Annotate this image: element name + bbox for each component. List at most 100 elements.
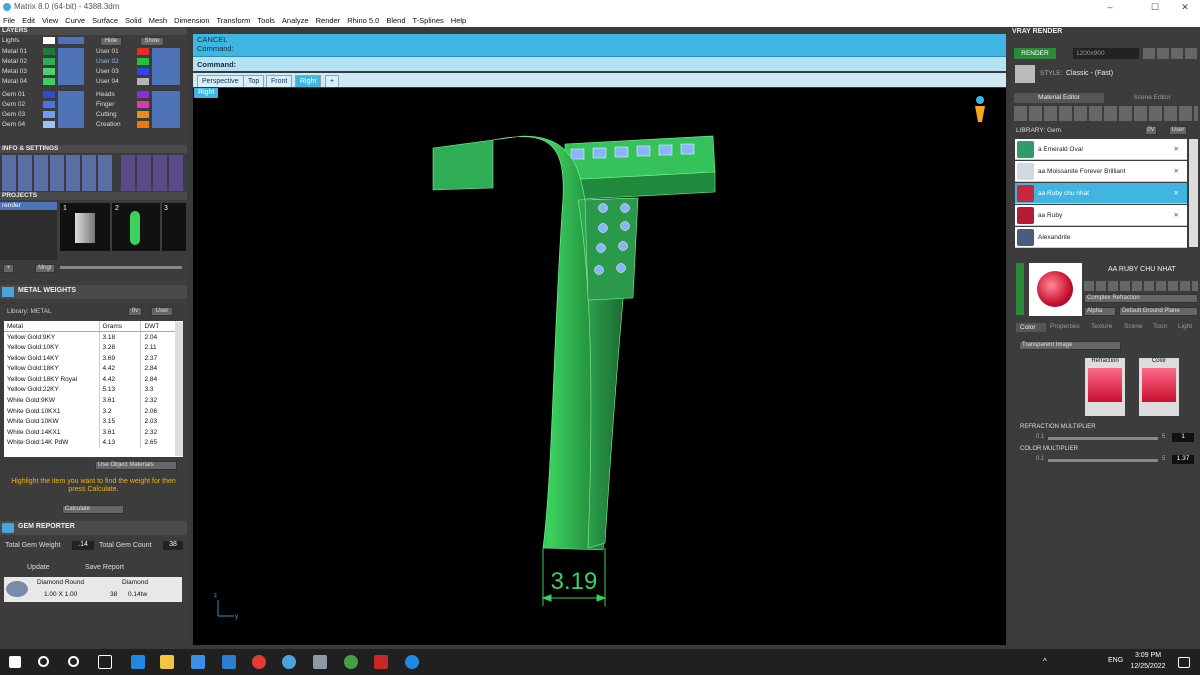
gem-user-button[interactable]: User — [1169, 126, 1187, 135]
menu-view[interactable]: View — [42, 14, 58, 27]
tab-right[interactable]: Right — [295, 75, 322, 87]
metal-user-button[interactable]: User — [151, 307, 173, 316]
color-slider[interactable] — [1048, 459, 1158, 462]
subtab-light[interactable]: Light — [1178, 323, 1192, 330]
tab-front[interactable]: Front — [266, 75, 293, 87]
layer-metal-02[interactable]: Metal 02 — [2, 57, 27, 66]
layer-lights[interactable]: Lights — [2, 36, 19, 45]
layer-finger-color[interactable] — [137, 101, 149, 108]
mail-icon[interactable] — [222, 655, 236, 669]
layer-gem-01[interactable]: Gem 01 — [2, 90, 25, 99]
project-item[interactable]: render — [0, 202, 57, 210]
material-toolbar[interactable] — [1014, 106, 1198, 121]
windows-start-icon[interactable] — [9, 656, 21, 668]
table-row[interactable]: Yellow Gold:22KY 5.13 3.3 — [4, 384, 176, 396]
tab-top[interactable]: Top — [243, 75, 265, 87]
command-input[interactable]: Command: — [193, 56, 1006, 71]
search-icon[interactable] — [38, 656, 49, 667]
layer-user-03[interactable]: User 03 — [96, 67, 119, 76]
tab-material-editor[interactable]: Material Editor — [1014, 93, 1104, 103]
project-thumb-1[interactable]: 1 — [60, 203, 110, 251]
table-row[interactable]: White Gold:9KW 3.61 2.32 — [4, 395, 176, 406]
menu-surface[interactable]: Surface — [92, 14, 118, 27]
menu-tools[interactable]: Tools — [257, 14, 275, 27]
clock-time[interactable]: 3:09 PM — [1128, 652, 1168, 659]
app-icon-7[interactable] — [344, 655, 358, 669]
layer-gem-04-color[interactable] — [43, 121, 55, 128]
layer-gem-01-color[interactable] — [43, 91, 55, 98]
close-button[interactable]: ✕ — [1170, 0, 1200, 14]
tab-scene-editor[interactable]: Scene Editor — [1106, 93, 1198, 103]
layer-creation[interactable]: Creation — [96, 120, 121, 129]
edge-icon[interactable] — [131, 655, 145, 669]
project-scrollbar[interactable] — [60, 266, 182, 269]
menu-transform[interactable]: Transform — [217, 14, 251, 27]
cortana-icon[interactable] — [68, 656, 79, 667]
layer-lights-toggles[interactable] — [58, 37, 84, 44]
remove-icon[interactable]: ✕ — [1174, 183, 1179, 204]
update-button[interactable]: Update — [27, 564, 50, 571]
remove-icon[interactable]: ✕ — [1174, 161, 1179, 182]
refraction-value[interactable]: 1 — [1172, 433, 1194, 442]
preview-toolbar[interactable] — [1084, 281, 1198, 291]
menu-mesh[interactable]: Mesh — [149, 14, 167, 27]
table-row[interactable]: Yellow Gold:10KY 3.28 2.11 — [4, 342, 176, 353]
color-value[interactable]: 1.37 — [1172, 455, 1194, 464]
task-view-icon[interactable] — [98, 655, 112, 669]
layer-user-toggles[interactable] — [152, 48, 180, 85]
alpha-select[interactable]: Alpha — [1084, 307, 1116, 316]
settings-toolbar-icons[interactable] — [121, 155, 185, 191]
ground-plane-select[interactable]: Default Ground Plane — [1119, 307, 1198, 316]
layer-metal-04-color[interactable] — [43, 78, 55, 85]
table-row[interactable]: White Gold:10KX1 3.2 2.06 — [4, 405, 176, 417]
material-list-scrollbar[interactable] — [1189, 139, 1198, 247]
layer-metal-03[interactable]: Metal 03 — [2, 67, 27, 76]
menu-file[interactable]: File — [3, 14, 15, 27]
layer-metal-01[interactable]: Metal 01 — [2, 47, 27, 56]
layer-misc-toggles[interactable] — [152, 91, 180, 128]
subtab-scene[interactable]: Scene — [1124, 323, 1142, 330]
show-button[interactable]: Show — [140, 37, 164, 46]
table-row[interactable]: Yellow Gold:18KY 4.42 2.84 — [4, 363, 176, 374]
app-icon-6[interactable] — [313, 655, 327, 669]
project-thumb-3[interactable]: 3 — [162, 203, 186, 251]
layer-cutting[interactable]: Cutting — [96, 110, 117, 119]
collapse-handle[interactable] — [1016, 263, 1024, 315]
layer-gem-04[interactable]: Gem 04 — [2, 120, 25, 129]
menu-dimension[interactable]: Dimension — [174, 14, 209, 27]
menu-rhino[interactable]: Rhino 5.0 — [347, 14, 379, 27]
remove-icon[interactable]: ✕ — [1174, 139, 1179, 160]
layer-metal-03-color[interactable] — [43, 68, 55, 75]
table-row[interactable]: White Gold:10KW 3.15 2.03 — [4, 416, 176, 427]
layer-gem-03-color[interactable] — [43, 111, 55, 118]
use-object-materials-select[interactable]: Use Object Materials — [95, 461, 177, 470]
table-row[interactable]: Yellow Gold:9KY 3.18 2.04 — [4, 331, 176, 343]
viewport-right[interactable]: Right 3.19 z y — [193, 88, 1006, 645]
manager-button[interactable]: Mngr — [35, 264, 55, 273]
render-button[interactable]: RENDER — [1014, 48, 1056, 59]
layer-gem-02[interactable]: Gem 02 — [2, 100, 25, 109]
layer-user-04[interactable]: User 04 — [96, 77, 119, 86]
layer-gem-02-color[interactable] — [43, 101, 55, 108]
menu-solid[interactable]: Solid — [125, 14, 142, 27]
chrome-icon[interactable] — [252, 655, 266, 669]
minimize-button[interactable]: – — [1095, 0, 1125, 14]
table-row[interactable]: White Gold:14K PdW 4.13 2.65 — [4, 437, 176, 449]
menu-curve[interactable]: Curve — [65, 14, 85, 27]
material-item-moissanite[interactable]: aa Moissanite Forever Brilliant ✕ — [1015, 161, 1187, 182]
layer-user-04-color[interactable] — [137, 78, 149, 85]
remove-icon[interactable]: ✕ — [1174, 205, 1179, 226]
resolution-field[interactable]: 1200x900 — [1073, 48, 1139, 59]
layer-metal-02-color[interactable] — [43, 58, 55, 65]
menu-blend[interactable]: Blend — [386, 14, 405, 27]
material-type-select[interactable]: Complex Refraction — [1084, 294, 1198, 303]
layer-creation-color[interactable] — [137, 121, 149, 128]
menu-tsplines[interactable]: T-Splines — [413, 14, 444, 27]
info-toolbar-icons[interactable] — [2, 155, 112, 191]
layer-metal-01-color[interactable] — [43, 48, 55, 55]
menu-edit[interactable]: Edit — [22, 14, 35, 27]
language-indicator[interactable]: ENG — [1108, 657, 1123, 664]
layer-user-03-color[interactable] — [137, 68, 149, 75]
material-item-ruby-chu-nhat[interactable]: aa Ruby chu nhat ✕ — [1015, 183, 1187, 204]
render-toolbar[interactable] — [1143, 48, 1198, 59]
